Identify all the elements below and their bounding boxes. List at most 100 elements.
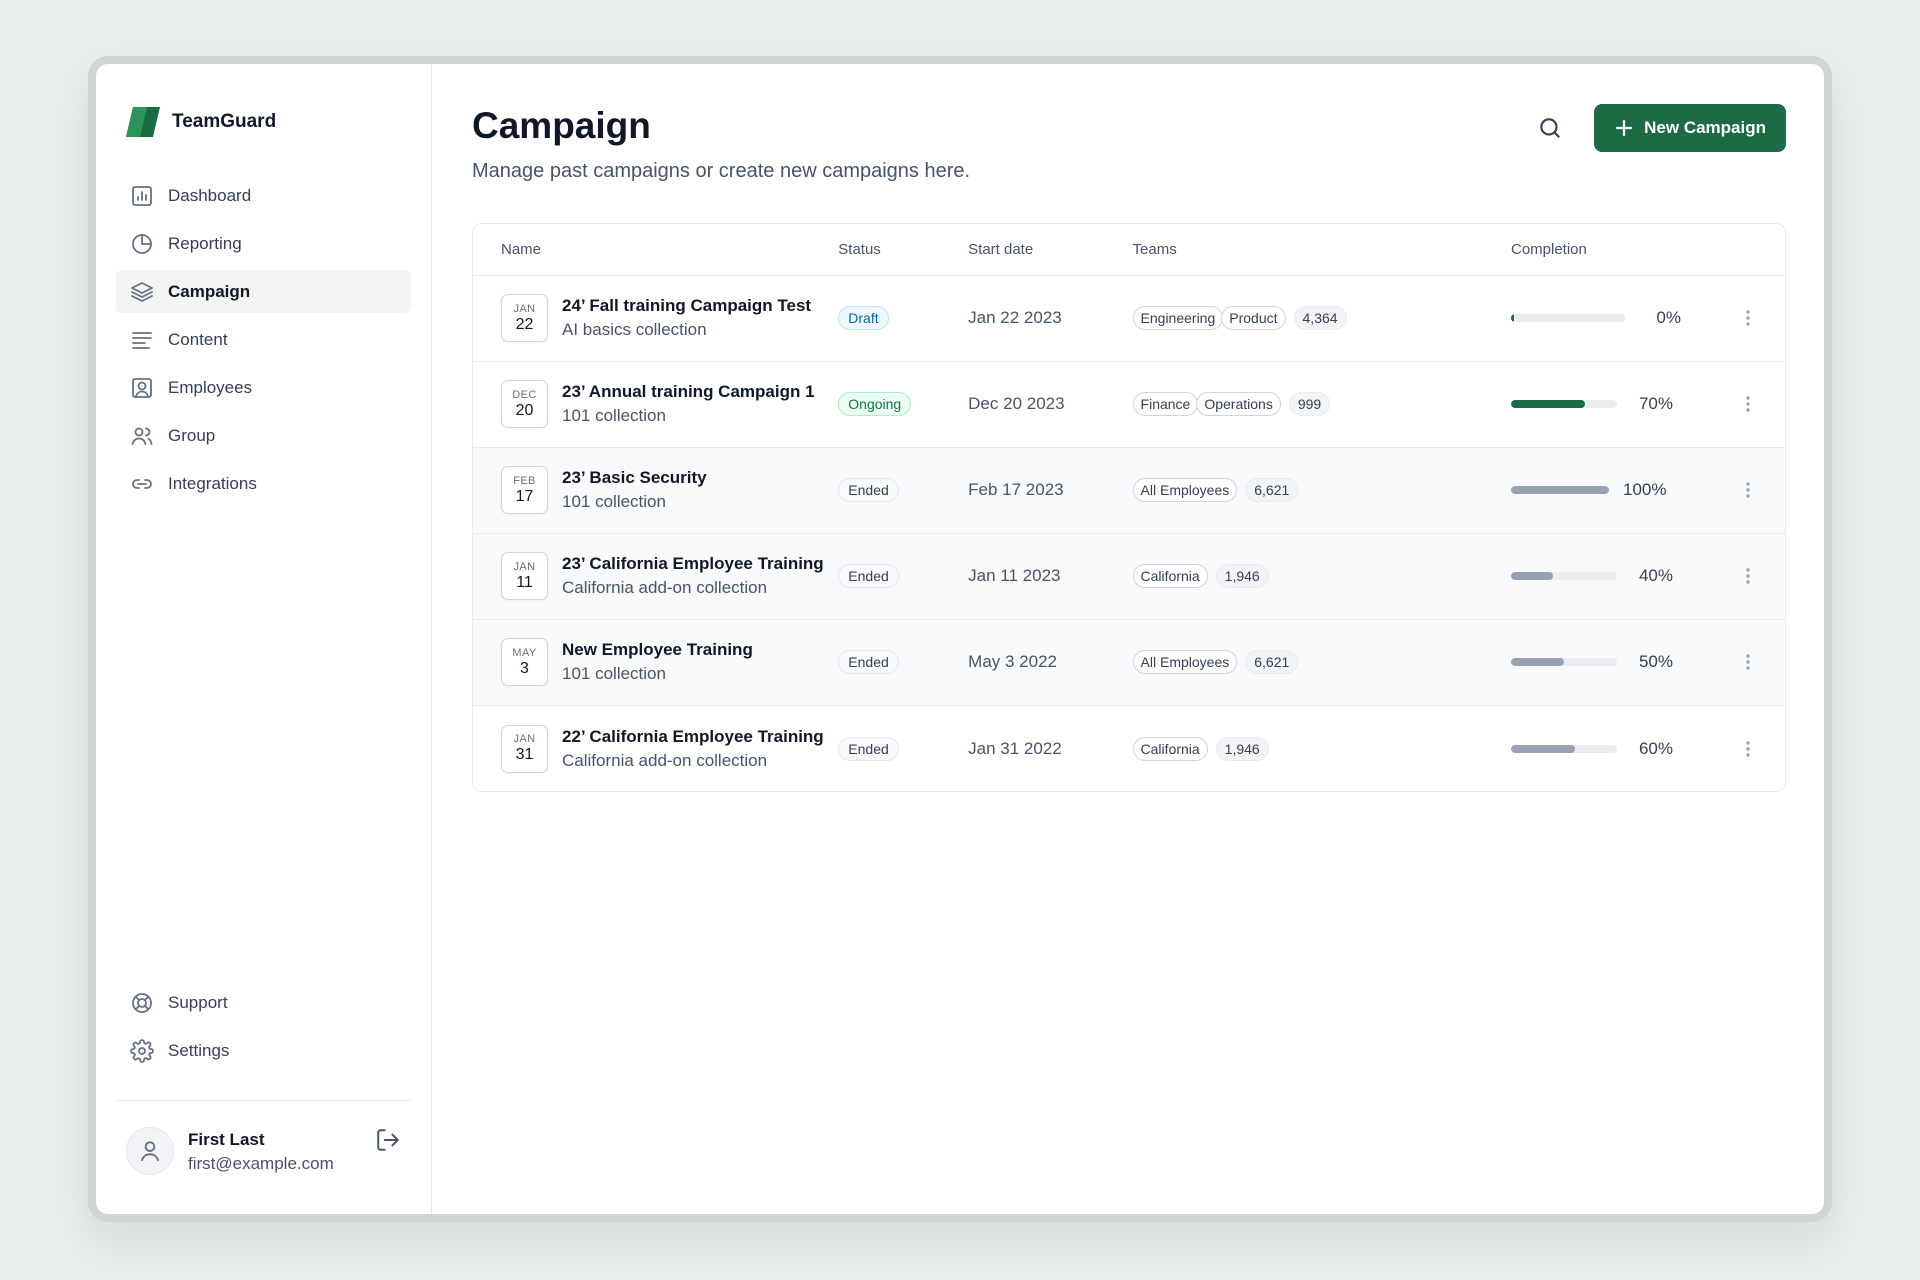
progress-fill [1511, 572, 1554, 581]
member-count-badge: 6,621 [1245, 650, 1299, 675]
sidebar-item-content[interactable]: Content [116, 318, 411, 361]
table-row[interactable]: FEB 17 23’ Basic Security 101 collection End… [473, 447, 1785, 534]
campaign-collection: 101 collection [562, 664, 666, 684]
table-row[interactable]: DEC 20 23’ Annual training Campaign 1 101 c… [473, 361, 1785, 448]
row-menu-button[interactable] [1736, 306, 1760, 330]
more-vertical-icon [1746, 740, 1750, 757]
progress-bar [1511, 486, 1609, 495]
campaign-title[interactable]: 22’ California Employee Training [562, 727, 824, 747]
progress-bar [1511, 658, 1617, 667]
sidebar-item-reporting[interactable]: Reporting [116, 222, 411, 265]
table-row[interactable]: MAY 3 New Employee Training 101 collection E… [473, 619, 1785, 706]
status-badge: Ongoing [838, 392, 912, 417]
status-badge: Ended [838, 650, 899, 675]
new-campaign-button[interactable]: New Campaign [1594, 104, 1786, 152]
campaign-table: Name Status Start date Teams Completion … [472, 223, 1786, 793]
team-chip: Finance [1132, 392, 1199, 417]
cell-status: Ongoing [838, 361, 969, 448]
campaign-name: MAY 3 New Employee Training 101 collection [501, 638, 838, 687]
date-day: 11 [516, 573, 533, 591]
campaign-title[interactable]: 23’ Basic Security [562, 468, 707, 488]
column-header-status[interactable]: Status [838, 224, 969, 276]
logout-button[interactable] [375, 1127, 403, 1155]
row-menu-button[interactable] [1736, 478, 1760, 502]
team-chip: All Employees [1132, 650, 1238, 675]
team-list: All Employees 6,621 [1132, 650, 1511, 675]
completion-percent: 0% [1656, 308, 1681, 328]
sidebar-item-employees[interactable]: Employees [116, 366, 411, 409]
table-row[interactable]: JAN 31 22’ California Employee Training Cal… [473, 705, 1785, 791]
search-button[interactable] [1528, 106, 1572, 150]
sidebar-item-integrations[interactable]: Integrations [116, 462, 411, 505]
main-content: Campaign Manage past campaigns or create… [432, 64, 1824, 1214]
campaign-title[interactable]: 23’ Annual training Campaign 1 [562, 382, 815, 402]
brand[interactable]: TeamGuard [116, 104, 411, 140]
start-date: Jan 22 2023 [968, 308, 1062, 328]
team-chip: Product [1221, 306, 1286, 331]
sidebar-item-support[interactable]: Support [116, 981, 411, 1024]
status-badge: Ended [838, 736, 899, 761]
cell-teams: California 1,946 [1132, 533, 1511, 620]
column-header-name[interactable]: Name [473, 224, 839, 276]
sidebar-nav: Dashboard Reporting Campaign Content Emp… [116, 174, 411, 505]
campaign-name: JAN 22 24’ Fall training Campaign Test AI b… [501, 294, 838, 343]
campaign-title[interactable]: New Employee Training [562, 640, 753, 660]
avatar[interactable] [126, 1127, 174, 1175]
user-square-icon [130, 376, 154, 400]
column-header-teams[interactable]: Teams [1132, 224, 1511, 276]
sidebar-item-dashboard[interactable]: Dashboard [116, 174, 411, 217]
team-chip: Operations [1196, 392, 1281, 417]
completion: 0% [1511, 308, 1724, 328]
completion: 60% [1511, 739, 1724, 759]
sidebar-item-label: Integrations [168, 473, 257, 493]
more-vertical-icon [1746, 482, 1750, 499]
row-menu-button[interactable] [1736, 564, 1760, 588]
progress-bar [1511, 400, 1617, 409]
row-menu-button[interactable] [1736, 650, 1760, 674]
cell-status: Ended [838, 533, 969, 620]
more-vertical-icon [1746, 396, 1750, 413]
cell-completion: 100% [1511, 447, 1725, 534]
progress-bar [1511, 572, 1617, 581]
row-menu-button[interactable] [1736, 737, 1760, 761]
date-day: 17 [515, 487, 534, 505]
completion-percent: 60% [1638, 738, 1673, 758]
align-left-icon [130, 328, 154, 352]
row-menu-button[interactable] [1736, 392, 1760, 416]
sidebar-item-label: Content [168, 329, 228, 349]
life-buoy-icon [130, 991, 154, 1015]
date-month: FEB [513, 474, 536, 487]
member-count-badge: 6,621 [1245, 478, 1299, 503]
new-campaign-label: New Campaign [1644, 118, 1766, 137]
date-badge: FEB 17 [501, 466, 548, 515]
cell-teams: California 1,946 [1132, 705, 1511, 791]
campaign-title[interactable]: 24’ Fall training Campaign Test [562, 296, 811, 316]
sidebar-item-settings[interactable]: Settings [116, 1029, 411, 1072]
sidebar-item-group[interactable]: Group [116, 414, 411, 457]
cell-completion: 60% [1511, 705, 1724, 791]
member-count-badge: 1,946 [1215, 564, 1269, 589]
cell-actions [1724, 275, 1785, 362]
cell-actions [1724, 619, 1785, 706]
search-icon [1540, 118, 1560, 138]
cell-teams: All Employees 6,621 [1132, 619, 1511, 706]
layers-icon [130, 280, 154, 304]
progress-fill [1511, 658, 1564, 667]
table-row[interactable]: JAN 11 23’ California Employee Training Cal… [473, 533, 1785, 620]
date-day: 31 [515, 746, 534, 764]
status-badge: Ended [838, 564, 899, 589]
member-count-badge: 4,364 [1293, 306, 1347, 331]
app-frame: TeamGuard Dashboard Reporting Campaign C… [88, 56, 1832, 1222]
sidebar-item-campaign[interactable]: Campaign [116, 270, 411, 313]
cell-completion: 0% [1511, 275, 1725, 362]
cell-teams: Finance Operations 999 [1132, 361, 1511, 448]
table-row[interactable]: JAN 22 24’ Fall training Campaign Test AI b… [473, 275, 1785, 362]
date-month: DEC [512, 388, 537, 401]
column-header-start-date[interactable]: Start date [968, 224, 1133, 276]
column-header-completion[interactable]: Completion [1511, 224, 1725, 276]
sidebar-item-label: Group [168, 425, 216, 445]
team-chip: California [1132, 736, 1208, 761]
campaign-title[interactable]: 23’ California Employee Training [562, 554, 824, 574]
completion-percent: 40% [1638, 566, 1673, 586]
status-badge: Draft [838, 306, 889, 331]
